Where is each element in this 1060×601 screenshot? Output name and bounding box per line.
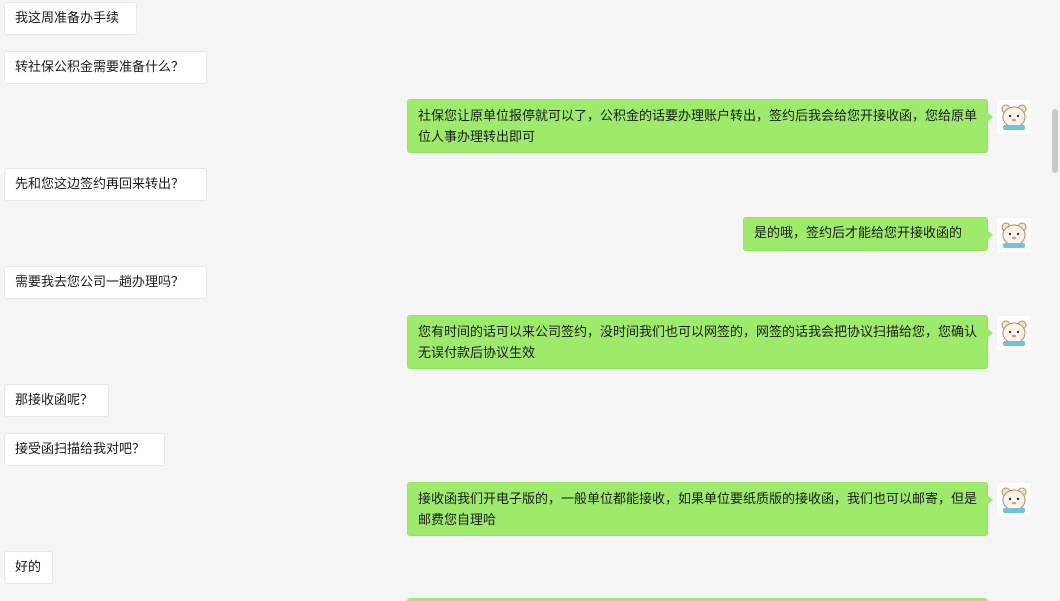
outgoing-message: 您有时间的话可以来公司签约，没时间我们也可以网签的，网签的话我会把协议扫描给您，… xyxy=(407,315,993,369)
chat-window: 我这周准备办手续 转社保公积金需要准备什么？ 社保您让原单位报停就可以了，公积金… xyxy=(0,0,1060,601)
cartoon-bear-avatar-icon[interactable] xyxy=(997,483,1031,517)
incoming-message: 转社保公积金需要准备什么？ xyxy=(4,51,207,84)
outgoing-message: 社保您让原单位报停就可以了，公积金的话要办理账户转出，签约后我会给您开接收函，您… xyxy=(407,99,993,153)
incoming-message: 好的 xyxy=(4,551,53,584)
incoming-message: 那接收函呢？ xyxy=(4,384,109,417)
scrollbar-thumb[interactable] xyxy=(1052,109,1058,173)
cartoon-bear-avatar-icon[interactable] xyxy=(997,100,1031,134)
incoming-message: 接受函扫描给我对吧？ xyxy=(4,433,165,466)
cartoon-bear-avatar-icon[interactable] xyxy=(997,218,1031,252)
incoming-message: 我这周准备办手续 xyxy=(4,2,137,35)
outgoing-message: 接收函我们开电子版的，一般单位都能接收，如果单位要纸质版的接收函，我们也可以邮寄… xyxy=(407,482,993,536)
incoming-message: 需要我去您公司一趟办理吗？ xyxy=(4,266,207,299)
outgoing-message: 是的哦，签约后才能给您开接收函的 xyxy=(743,217,993,251)
cartoon-bear-avatar-icon[interactable] xyxy=(997,316,1031,350)
incoming-message: 先和您这边签约再回来转出？ xyxy=(4,168,207,201)
